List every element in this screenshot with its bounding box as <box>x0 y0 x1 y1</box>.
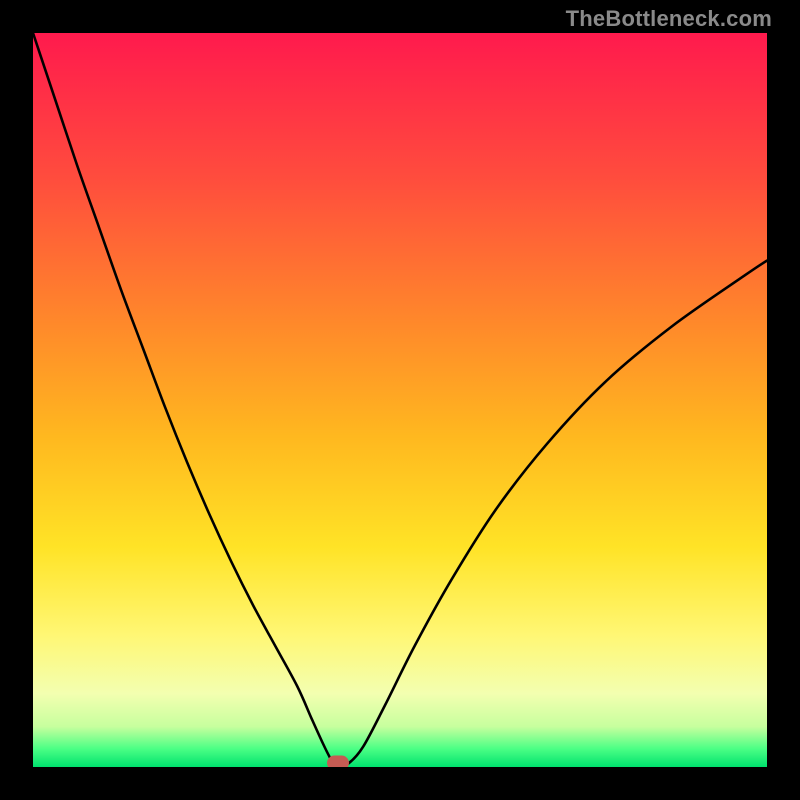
frame: TheBottleneck.com <box>0 0 800 800</box>
watermark-text: TheBottleneck.com <box>566 6 772 32</box>
plot-area <box>33 33 767 767</box>
bottleneck-curve <box>33 33 767 767</box>
optimal-point-marker <box>327 756 349 767</box>
